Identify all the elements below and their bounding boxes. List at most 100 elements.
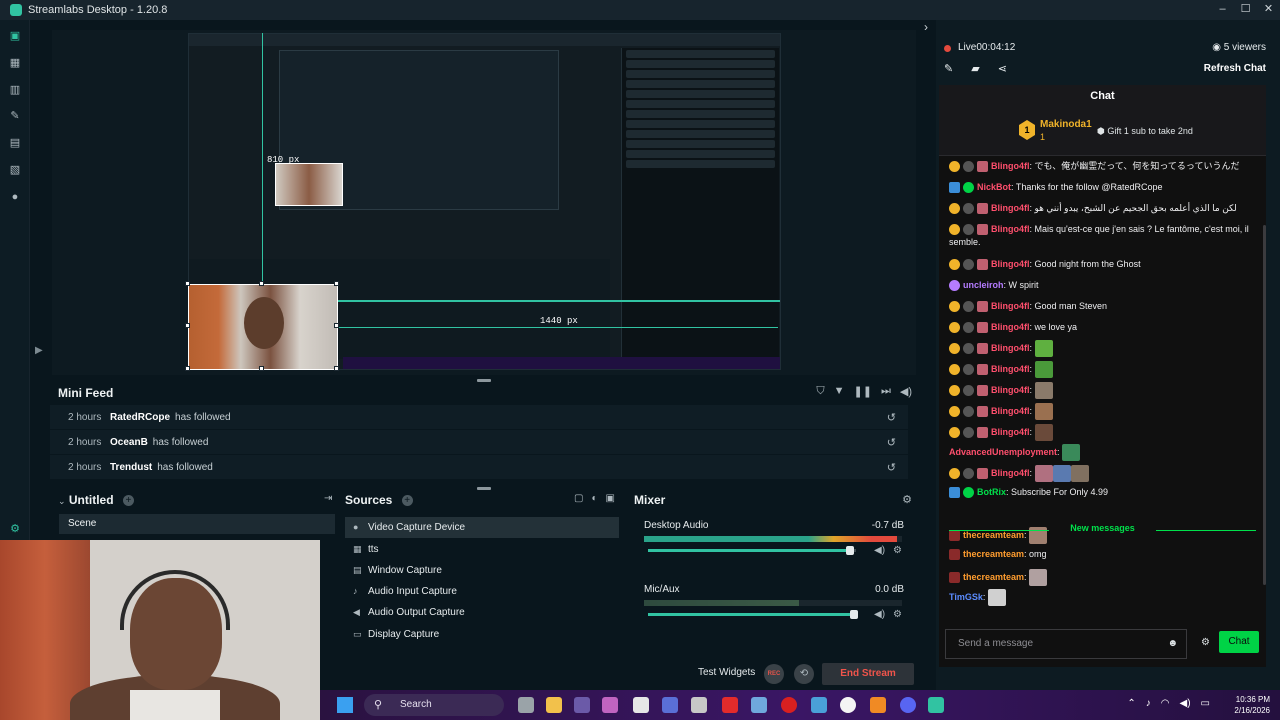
refresh-chat-button[interactable]: Refresh Chat	[1204, 63, 1266, 74]
vlc-icon[interactable]	[870, 697, 886, 713]
transition-icon[interactable]: ⇥	[324, 493, 332, 504]
chat-username[interactable]: Blingo4fl	[991, 427, 1030, 437]
widgets-icon[interactable]: ▧	[9, 164, 21, 176]
add-scene-icon[interactable]: +	[122, 495, 134, 507]
chat-scrollbar[interactable]	[1263, 225, 1266, 585]
hype-user[interactable]: Makinoda1	[1040, 119, 1092, 130]
chat-username[interactable]: thecreamteam	[963, 549, 1024, 559]
speaker-icon[interactable]: ◀)	[874, 545, 885, 556]
chat-settings-gear-icon[interactable]: ⚙	[1201, 637, 1210, 648]
scene-item[interactable]: Scene	[59, 514, 335, 534]
source-item[interactable]: ▦ tts	[345, 539, 619, 560]
resize-handle[interactable]	[334, 366, 339, 371]
chat-username[interactable]: Blingo4fl	[991, 364, 1030, 374]
volume-slider[interactable]	[648, 610, 858, 619]
chat-username[interactable]: TimGSk	[949, 592, 983, 602]
chat-username[interactable]: Blingo4fl	[991, 406, 1030, 416]
feed-user[interactable]: Trendust	[110, 462, 152, 473]
pause-icon[interactable]: ❚❚	[854, 385, 872, 398]
chat-username[interactable]: NickBot	[977, 182, 1011, 192]
battery-icon[interactable]: ▭	[1201, 698, 1210, 709]
discord-icon[interactable]	[900, 697, 916, 713]
source-item[interactable]: ♪ Audio Input Capture	[345, 581, 619, 602]
taskbar-search[interactable]: ⚲ Search	[364, 694, 504, 716]
close-icon[interactable]: ✕	[1257, 0, 1280, 20]
record-button[interactable]: REC	[764, 664, 784, 684]
slider-knob[interactable]	[846, 546, 854, 555]
file-explorer-icon[interactable]	[546, 697, 562, 713]
app-icon[interactable]	[633, 697, 649, 713]
resize-handle[interactable]	[334, 281, 339, 286]
resize-handle[interactable]	[259, 366, 264, 371]
windows-start-icon[interactable]	[337, 697, 353, 713]
volume-slider[interactable]	[648, 546, 856, 555]
chat-username[interactable]: AdvancedUnemployment	[949, 447, 1057, 457]
themes-icon[interactable]: ▥	[9, 84, 21, 96]
record-icon[interactable]: ●	[9, 191, 21, 203]
streamlabs-taskbar-icon[interactable]	[928, 697, 944, 713]
share-icon[interactable]: ⋖	[998, 62, 1007, 75]
tools-icon[interactable]: ✎	[9, 110, 21, 122]
shield-icon[interactable]: ⛉	[816, 385, 824, 398]
edit-icon[interactable]: ✎	[944, 62, 953, 75]
chat-username[interactable]: Blingo4fl	[991, 301, 1030, 311]
wifi-icon[interactable]: ◠	[1161, 698, 1170, 709]
folder-icon[interactable]: ▢	[574, 493, 583, 504]
studio-icon[interactable]: ▣	[9, 30, 21, 42]
filter-icon[interactable]: ▼	[834, 385, 845, 398]
settings-gear-icon[interactable]: ⚙	[9, 523, 21, 535]
feed-user[interactable]: RatedRCope	[110, 412, 170, 423]
source-item[interactable]: ▭ Display Capture	[345, 624, 619, 645]
repeat-icon[interactable]: ↺	[887, 411, 896, 424]
gear-icon[interactable]: ⚙	[893, 609, 902, 620]
gear-icon[interactable]: ⚙	[902, 493, 912, 506]
app-icon[interactable]	[602, 697, 618, 713]
volume-icon[interactable]: ◀)	[1180, 698, 1191, 709]
app-icon[interactable]	[662, 697, 678, 713]
chat-username[interactable]: Blingo4fl	[991, 385, 1030, 395]
chat-username[interactable]: Blingo4fl	[991, 343, 1030, 353]
minimize-icon[interactable]: –	[1211, 0, 1234, 20]
webcam-source[interactable]	[188, 284, 338, 370]
chevron-right-icon[interactable]: ›	[924, 20, 928, 34]
store-icon[interactable]: ▤	[9, 137, 21, 149]
chevron-down-icon[interactable]: ⌄	[58, 496, 66, 506]
gift-sub-prompt[interactable]: ⬢ Gift 1 sub to take 2nd	[1097, 126, 1193, 137]
maximize-icon[interactable]: ☐	[1234, 0, 1257, 20]
app-icon[interactable]	[691, 697, 707, 713]
mic-icon[interactable]: ♪	[1146, 698, 1151, 709]
speaker-icon[interactable]: ◀)	[874, 609, 885, 620]
chat-message-input[interactable]: Send a message ☻	[945, 629, 1187, 659]
chat-username[interactable]: Blingo4fl	[991, 322, 1030, 332]
chat-username[interactable]: Blingo4fl	[991, 161, 1030, 171]
repeat-icon[interactable]: ↺	[887, 436, 896, 449]
chat-username[interactable]: Blingo4fl	[991, 468, 1030, 478]
replay-buffer-icon[interactable]: ⟲	[794, 664, 814, 684]
dashboard-icon[interactable]: ▰	[971, 62, 979, 75]
chevron-right-icon[interactable]: ▶	[35, 345, 43, 356]
photos-icon[interactable]	[811, 697, 827, 713]
end-stream-button[interactable]: End Stream	[822, 663, 914, 685]
add-source-icon[interactable]: +	[401, 495, 413, 507]
resize-handle[interactable]	[259, 281, 264, 286]
chat-username[interactable]: thecreamteam	[963, 572, 1024, 582]
chat-username[interactable]: Blingo4fl	[991, 259, 1030, 269]
source-item[interactable]: ◀ Audio Output Capture	[345, 602, 619, 623]
scene-collection-title[interactable]: Untitled	[69, 493, 114, 507]
chat-username[interactable]: Blingo4fl	[991, 224, 1030, 234]
taskbar-clock[interactable]: 10:36 PM 2/16/2026	[1234, 694, 1270, 716]
test-widgets-button[interactable]: Test Widgets	[698, 667, 755, 678]
chat-username[interactable]: uncleiroh	[963, 280, 1004, 290]
record-app-icon[interactable]	[781, 697, 797, 713]
chat-username[interactable]: Blingo4fl	[991, 203, 1030, 213]
resize-handle[interactable]	[185, 281, 190, 286]
layout-icon[interactable]: ▦	[9, 57, 21, 69]
media-player-icon[interactable]	[840, 697, 856, 713]
skip-icon[interactable]: ⏭	[881, 385, 891, 398]
resize-handle[interactable]	[185, 366, 190, 371]
source-settings-icon[interactable]: ▣	[606, 493, 615, 504]
source-item[interactable]: ● Video Capture Device	[345, 517, 619, 538]
task-view-icon[interactable]	[518, 697, 534, 713]
slider-knob[interactable]	[850, 610, 858, 619]
resize-handle[interactable]	[185, 323, 190, 328]
